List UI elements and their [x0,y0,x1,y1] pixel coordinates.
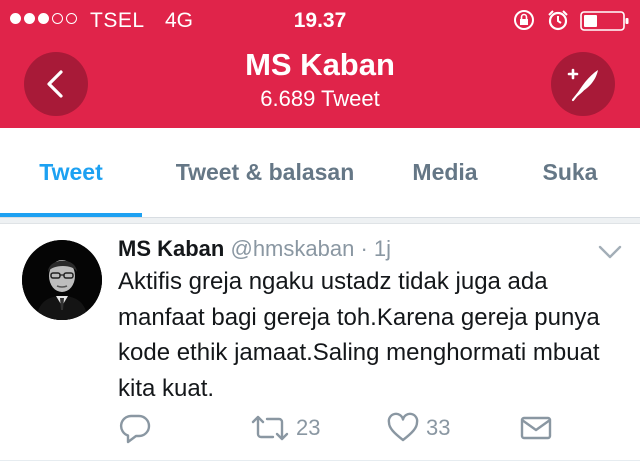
like-count: 33 [426,415,451,440]
like-button[interactable]: 33 [386,412,450,444]
direct-message-button[interactable] [519,412,553,444]
meta-separator: · [360,236,368,261]
envelope-icon [520,416,552,440]
status-bar: TSEL 4G 19.37 [0,0,640,40]
chevron-down-icon[interactable] [596,242,624,262]
profile-tabs: Tweet Tweet & balasan Media Suka [0,128,640,218]
battery-icon [580,11,629,31]
compose-tweet-button[interactable] [551,52,615,116]
alarm-icon [548,10,568,31]
page-title: MS Kaban [245,47,395,82]
profile-header: TSEL 4G 19.37 MS Kaban 6.689 Tweet [0,0,640,128]
retweet-button[interactable]: 23 [250,412,320,444]
avatar-image [22,240,102,320]
tweet-card[interactable]: MS Kaban @hmskaban · 1j Aktifis greja ng… [0,224,640,464]
tab-tweet-and-replies[interactable]: Tweet & balasan [150,128,380,216]
tab-likes[interactable]: Suka [525,128,615,216]
tab-tweet[interactable]: Tweet [0,128,142,216]
heart-icon [387,412,419,442]
status-time: 19.37 [293,9,347,32]
reply-icon [119,414,151,444]
tweet-time: 1j [373,236,392,261]
author-name[interactable]: MS Kaban [118,236,224,261]
avatar[interactable] [22,240,102,320]
tweet-actions: 23 33 [0,412,640,448]
author-handle[interactable]: @hmskaban [230,236,354,261]
tweet-divider [0,460,640,461]
retweet-icon [251,415,289,441]
compose-tweet-icon [567,68,598,102]
tweet-text: Aktifis greja ngaku ustadz tidak juga ad… [118,268,600,402]
tab-media[interactable]: Media [395,128,495,216]
tweet-count: 6.689 Tweet [260,86,380,111]
tweet-header: MS Kaban @hmskaban · 1j [118,236,391,262]
reply-button[interactable] [118,412,152,444]
rotation-lock-icon [514,10,534,30]
retweet-count: 23 [296,415,321,440]
